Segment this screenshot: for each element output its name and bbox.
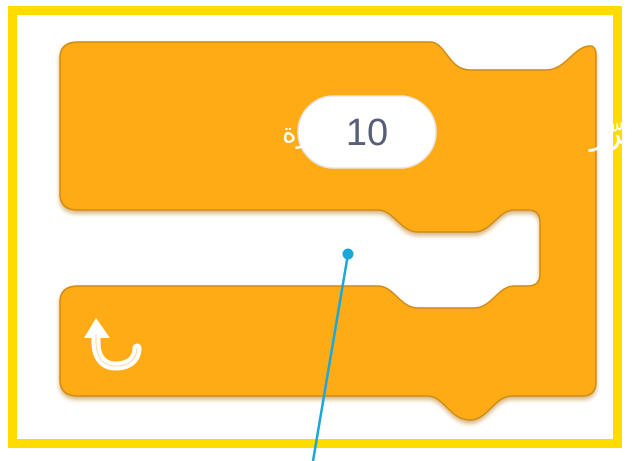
repeat-label: كرّر	[588, 113, 634, 152]
code-canvas: كرّر 10 مرة	[59, 41, 634, 461]
repeat-count-value[interactable]: 10	[346, 112, 388, 154]
repeat-block[interactable]: كرّر 10 مرة	[59, 41, 634, 421]
repeat-unit-label: مرة	[282, 116, 327, 149]
